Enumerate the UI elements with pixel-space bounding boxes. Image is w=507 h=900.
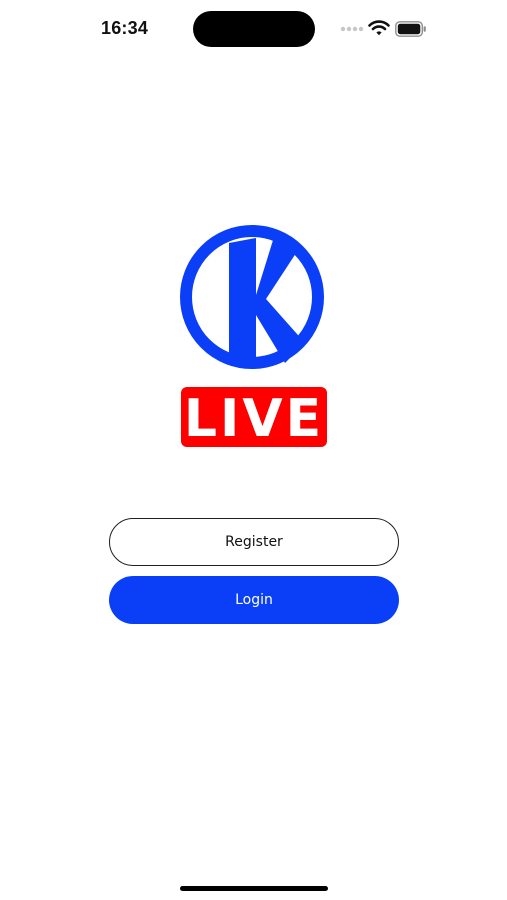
login-button[interactable]: Login — [109, 576, 399, 624]
login-button-label: Login — [235, 592, 273, 608]
battery-icon — [395, 21, 426, 37]
status-icons — [340, 18, 430, 40]
register-button[interactable]: Register — [109, 518, 399, 566]
app-logo: LIVE — [178, 225, 330, 450]
live-badge-text: LIVE — [184, 389, 324, 449]
wifi-icon — [368, 20, 390, 36]
status-time: 16:34 — [101, 18, 149, 38]
register-button-label: Register — [225, 534, 283, 550]
dynamic-island — [193, 11, 315, 47]
status-bar: 16:34 — [0, 0, 507, 56]
cellular-signal-icon — [340, 26, 364, 32]
home-indicator[interactable] — [180, 886, 328, 891]
k-circle-logo-icon — [180, 225, 324, 369]
